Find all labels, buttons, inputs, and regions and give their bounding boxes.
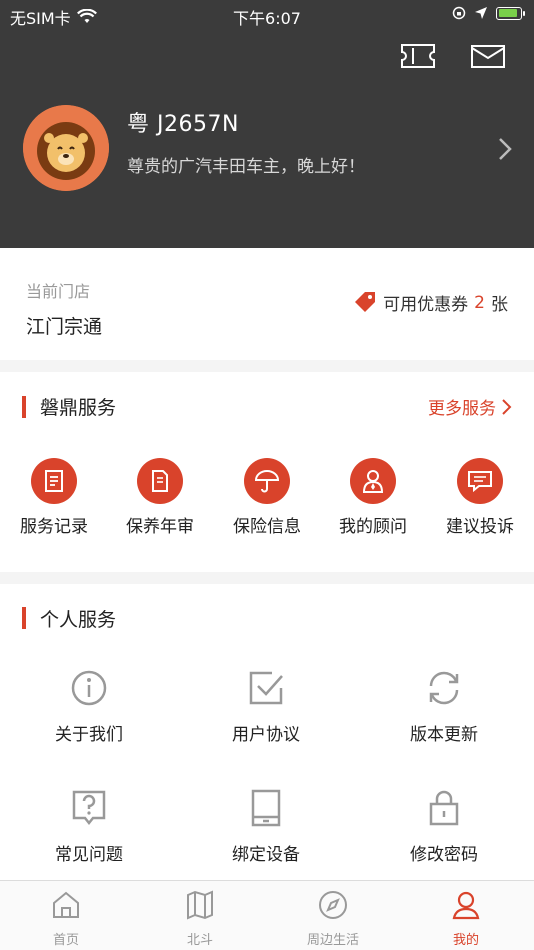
tab-beidou[interactable]: 北斗	[145, 889, 255, 948]
service-label: 保险信息	[233, 517, 301, 537]
service-records-button[interactable]: 服务记录	[4, 458, 104, 537]
lock-rotation-icon	[452, 6, 466, 20]
section-marker	[22, 396, 26, 418]
personal-service-label: 修改密码	[410, 845, 478, 865]
personal-service-label: 版本更新	[410, 725, 478, 745]
personal-service-label: 绑定设备	[232, 845, 300, 865]
coupon-link[interactable]: 可用优惠券 2 张	[353, 290, 508, 315]
message-icon	[468, 471, 492, 493]
coupon-count: 2	[474, 292, 485, 313]
question-icon	[72, 790, 106, 826]
coupon-unit: 张	[491, 295, 508, 315]
user-agreement-button[interactable]: 用户协议	[196, 668, 336, 745]
tab-label: 我的	[452, 933, 479, 948]
profile-header: 无SIM卡 下午6:07 粤 J2657N 尊贵的广汽丰田车主，晚上好！	[0, 0, 534, 248]
location-icon	[475, 7, 487, 19]
bind-device-button[interactable]: 绑定设备	[196, 788, 336, 865]
advisor-icon	[362, 470, 384, 493]
personal-service-label: 关于我们	[55, 725, 123, 745]
lock-icon	[429, 790, 459, 826]
chevron-right-icon	[502, 398, 512, 415]
personal-service-label: 常见问题	[55, 845, 123, 865]
change-password-button[interactable]: 修改密码	[374, 788, 514, 865]
avatar[interactable]	[23, 105, 109, 191]
about-us-button[interactable]: 关于我们	[19, 668, 159, 745]
more-services-label: 更多服务	[428, 399, 496, 419]
user-icon	[452, 891, 480, 920]
services-title: 磐鼎服务	[40, 397, 117, 419]
tablet-icon	[251, 789, 281, 827]
info-icon	[71, 670, 107, 706]
tab-home[interactable]: 首页	[11, 889, 121, 948]
map-icon	[187, 890, 213, 920]
greeting-text: 尊贵的广汽丰田车主，晚上好！	[127, 157, 365, 177]
section-marker	[22, 607, 26, 629]
maintenance-inspection-button[interactable]: 保养年审	[110, 458, 210, 537]
compass-icon	[319, 891, 347, 919]
faq-button[interactable]: 常见问题	[19, 788, 159, 865]
more-services-link[interactable]: 更多服务	[428, 394, 512, 419]
tab-label: 周边生活	[306, 933, 359, 948]
status-bar: 无SIM卡 下午6:07	[0, 0, 534, 30]
service-label: 建议投诉	[446, 517, 514, 537]
battery-icon	[496, 6, 525, 20]
personal-title: 个人服务	[40, 609, 117, 631]
chevron-right-icon[interactable]	[496, 136, 514, 162]
checkbox-icon	[249, 671, 283, 705]
file-edit-icon	[152, 470, 168, 492]
tab-mine[interactable]: 我的	[411, 889, 521, 948]
lion-avatar-icon	[23, 105, 109, 191]
home-icon	[53, 891, 79, 918]
tag-icon	[355, 291, 376, 312]
service-label: 我的顾问	[339, 517, 407, 537]
tab-nearby[interactable]: 周边生活	[278, 889, 388, 948]
version-update-button[interactable]: 版本更新	[374, 668, 514, 745]
license-plate: 粤 J2657N	[127, 112, 239, 137]
store-label: 当前门店	[26, 282, 91, 301]
tab-bar: 首页 北斗 周边生活 我的	[0, 880, 534, 950]
tab-label: 北斗	[186, 933, 213, 948]
store-name[interactable]: 江门宗通	[26, 312, 102, 339]
mail-icon[interactable]	[470, 42, 506, 70]
insurance-info-button[interactable]: 保险信息	[217, 458, 317, 537]
coupon-label: 可用优惠券	[383, 295, 469, 315]
personal-service-label: 用户协议	[232, 725, 300, 745]
feedback-button[interactable]: 建议投诉	[430, 458, 530, 537]
ticket-icon[interactable]	[400, 42, 436, 70]
tab-label: 首页	[52, 933, 79, 948]
document-icon	[45, 470, 63, 492]
my-advisor-button[interactable]: 我的顾问	[323, 458, 423, 537]
service-label: 保养年审	[126, 517, 194, 537]
service-label: 服务记录	[20, 517, 88, 537]
umbrella-icon	[254, 470, 280, 493]
refresh-icon	[429, 671, 459, 705]
